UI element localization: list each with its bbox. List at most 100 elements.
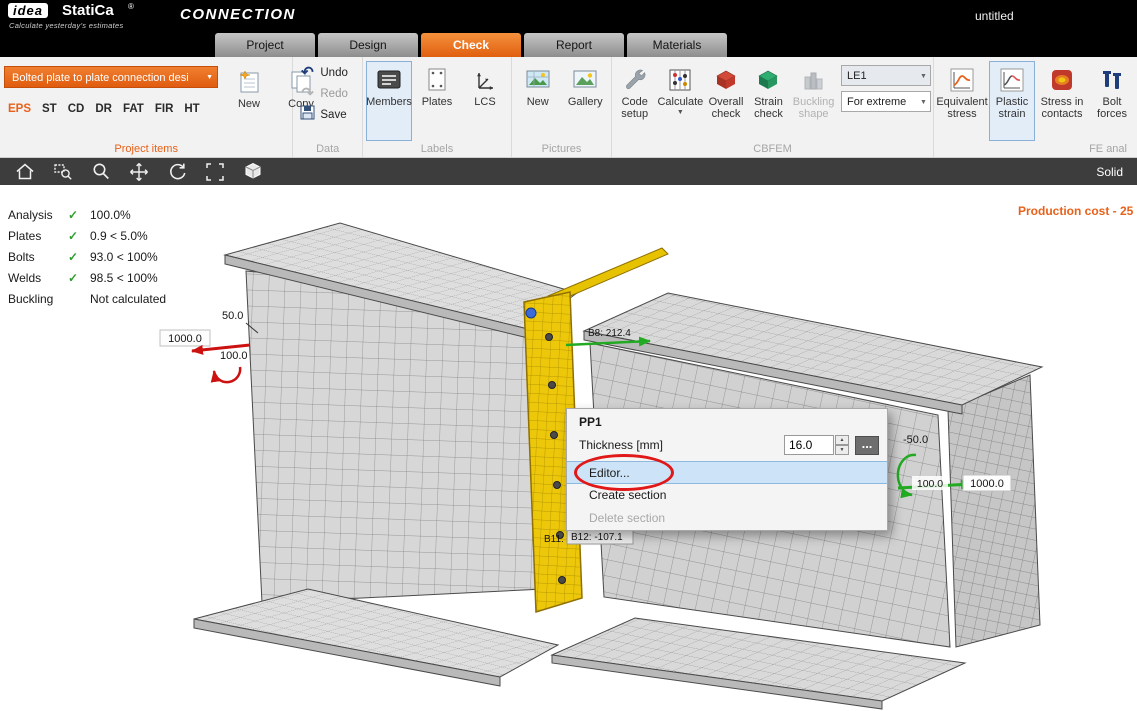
code-dr[interactable]: DR: [95, 103, 112, 115]
loadcase-value: LE1: [847, 70, 867, 82]
code-list: EPS ST CD DR FAT FIR HT: [8, 103, 200, 115]
bolt-b12-label: B12: -107.1: [571, 532, 623, 543]
pan-icon[interactable]: [128, 161, 150, 183]
tab-materials[interactable]: Materials: [627, 33, 727, 57]
new-document-icon: [236, 66, 262, 98]
lcs-axes-icon: [472, 64, 498, 96]
result-value: 100.0%: [90, 208, 131, 222]
result-label: Bolts: [8, 250, 68, 264]
new-picture-button[interactable]: New: [515, 61, 561, 141]
extreme-value: For extreme: [847, 96, 906, 108]
plates-labels-button[interactable]: Plates: [414, 61, 460, 141]
result-row-analysis[interactable]: Analysis ✓ 100.0%: [8, 204, 166, 225]
tab-design[interactable]: Design: [318, 33, 418, 57]
context-menu-title: PP1: [567, 409, 887, 431]
node-marker[interactable]: [526, 308, 536, 318]
group-labels: Members Plates: [363, 57, 512, 157]
code-fat[interactable]: FAT: [123, 103, 144, 115]
code-setup-label: Code setup: [615, 96, 654, 120]
zoom-icon[interactable]: [90, 161, 112, 183]
section-view-icon[interactable]: [242, 161, 264, 183]
result-label: Welds: [8, 271, 68, 285]
equivalent-stress-button[interactable]: Equivalent stress: [936, 61, 988, 141]
group-cbfem: Code setup Calculate ▼: [612, 57, 934, 157]
spinner-down-icon[interactable]: ▼: [835, 445, 849, 455]
new-picture-label: New: [527, 96, 549, 108]
calculate-button[interactable]: Calculate ▼: [656, 61, 704, 141]
idea-logo: idea: [8, 3, 48, 18]
thickness-input[interactable]: [784, 435, 834, 455]
production-cost: Production cost - 25: [1018, 204, 1137, 218]
new-item-button[interactable]: New: [226, 63, 272, 111]
overall-check-icon: [713, 64, 739, 96]
members-labels-button[interactable]: Members: [366, 61, 412, 141]
render-mode-selector[interactable]: Solid: [1096, 165, 1123, 179]
stress-in-contacts-label: Stress in contacts: [1037, 96, 1087, 120]
save-button[interactable]: Save: [293, 104, 362, 125]
result-label: Buckling: [8, 292, 68, 306]
bolt-forces-button[interactable]: Bolt forces: [1089, 61, 1135, 141]
fit-view-icon[interactable]: [204, 161, 226, 183]
viewport-3d[interactable]: 50.0 1000.0 100.0 B8: 212.4 -50.0 100.0 …: [0, 185, 1137, 711]
code-ht[interactable]: HT: [184, 103, 199, 115]
group-label-labels: Labels: [363, 143, 511, 155]
result-row-buckling[interactable]: Buckling Not calculated: [8, 288, 166, 309]
rotate-icon[interactable]: [166, 161, 188, 183]
buckling-shape-icon: [801, 64, 827, 96]
check-icon: ✓: [68, 271, 90, 285]
chevron-down-icon: ▼: [206, 67, 213, 88]
viewport-toolbar: Solid: [0, 158, 1137, 185]
redo-label: Redo: [320, 88, 348, 100]
code-fir[interactable]: FIR: [155, 103, 174, 115]
moment-left-arrow: [214, 367, 240, 382]
check-icon: ✓: [68, 250, 90, 264]
tab-project[interactable]: Project: [215, 33, 315, 57]
spinner-up-icon[interactable]: ▲: [835, 435, 849, 445]
buckling-shape-button[interactable]: Buckling shape: [790, 61, 837, 141]
result-row-welds[interactable]: Welds ✓ 98.5 < 100%: [8, 267, 166, 288]
result-row-bolts[interactable]: Bolts ✓ 93.0 < 100%: [8, 246, 166, 267]
tab-check[interactable]: Check: [421, 33, 521, 57]
right-beam-end-face[interactable]: [948, 375, 1040, 647]
group-label-fe-analysis: FE anal: [1089, 143, 1127, 155]
menu-item-create-section[interactable]: Create section: [567, 484, 887, 507]
strain-check-button[interactable]: Strain check: [748, 61, 789, 141]
plastic-strain-button[interactable]: Plastic strain: [989, 61, 1035, 141]
check-icon: ✓: [68, 229, 90, 243]
dim-top-label: 50.0: [222, 310, 243, 322]
redo-button[interactable]: ↷ Redo: [293, 83, 362, 104]
strain-check-label: Strain check: [749, 96, 788, 120]
members-icon: [376, 64, 402, 96]
loadcase-combo[interactable]: LE1 ▼: [841, 65, 931, 86]
code-st[interactable]: ST: [42, 103, 57, 115]
tab-report[interactable]: Report: [524, 33, 624, 57]
overall-check-button[interactable]: Overall check: [705, 61, 746, 141]
stress-in-contacts-button[interactable]: Stress in contacts: [1036, 61, 1088, 141]
zoom-window-icon[interactable]: [52, 161, 74, 183]
buckling-shape-label: Buckling shape: [791, 96, 836, 120]
dim-right-label: -50.0: [903, 434, 928, 446]
moment-left-label: 100.0: [220, 350, 248, 362]
thickness-more-button[interactable]: ...: [855, 436, 879, 455]
equivalent-stress-label: Equivalent stress: [936, 96, 987, 120]
home-view-icon[interactable]: [14, 161, 36, 183]
menu-item-editor[interactable]: Editor...: [567, 461, 887, 484]
check-icon: ✓: [68, 208, 90, 222]
project-item-dropdown[interactable]: Bolted plate to plate connection desi ▼: [4, 66, 218, 88]
moment-right-label: 100.0: [917, 478, 943, 490]
result-row-plates[interactable]: Plates ✓ 0.9 < 5.0%: [8, 225, 166, 246]
group-label-pictures: Pictures: [512, 143, 611, 155]
plates-label: Plates: [422, 96, 453, 108]
undo-button[interactable]: ↶ Undo: [293, 62, 362, 83]
gallery-icon: [572, 64, 598, 96]
code-setup-button[interactable]: Code setup: [614, 61, 655, 141]
code-cd[interactable]: CD: [68, 103, 85, 115]
chevron-down-icon[interactable]: ▼: [677, 109, 684, 117]
extreme-combo[interactable]: For extreme ▼: [841, 91, 931, 112]
gallery-button[interactable]: Gallery: [563, 61, 609, 141]
plastic-strain-label: Plastic strain: [990, 96, 1034, 120]
group-project-items: Bolted plate to plate connection desi ▼ …: [0, 57, 293, 157]
group-label-data: Data: [293, 143, 362, 155]
code-eps[interactable]: EPS: [8, 103, 31, 115]
lcs-button[interactable]: LCS: [462, 61, 508, 141]
